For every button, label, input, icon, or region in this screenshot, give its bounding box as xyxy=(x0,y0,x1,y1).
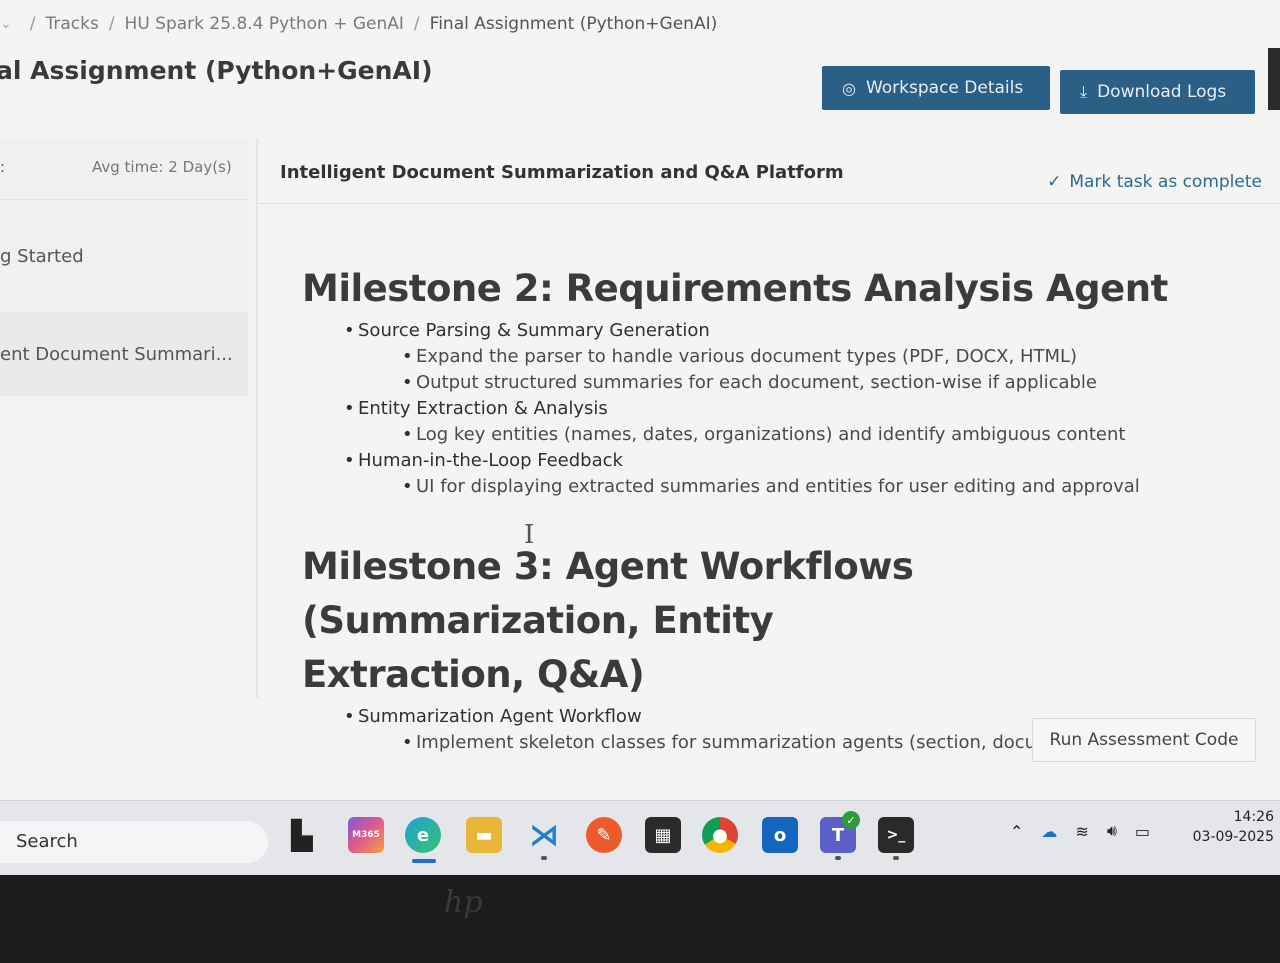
task-header: Intelligent Document Summarization and Q… xyxy=(258,138,1280,204)
breadcrumb-tracks[interactable]: Tracks xyxy=(45,14,98,34)
list-item: Expand the parser to handle various docu… xyxy=(402,344,1262,370)
cloud-icon[interactable]: ☁ xyxy=(1041,822,1057,841)
sidebar-empty-area xyxy=(0,396,248,698)
windows-taskbar: Search ▙ M365 e ▬ ⋊ ✎ ▦ ● o T ✓ >_ ⌃ ☁ ≋… xyxy=(0,800,1280,875)
panel-divider xyxy=(256,138,258,698)
task-sidebar: : Avg time: 2 Day(s) g Started ent Docum… xyxy=(0,138,248,698)
file-explorer-icon[interactable]: ▬ xyxy=(466,817,502,853)
running-indicator xyxy=(893,856,899,860)
list-item: Entity Extraction & Analysis Log key ent… xyxy=(344,396,1262,448)
store-icon[interactable]: ▦ xyxy=(645,817,681,853)
edge-strip xyxy=(1268,48,1280,110)
download-logs-label: Download Logs xyxy=(1097,82,1227,102)
breadcrumb-track-name[interactable]: HU Spark 25.8.4 Python + GenAI xyxy=(125,14,404,34)
sidebar-item-getting-started[interactable]: g Started xyxy=(0,200,248,312)
clock-date: 03-09-2025 xyxy=(1192,829,1274,845)
vscode-icon[interactable]: ⋊ xyxy=(526,817,562,853)
status-dot-icon: : xyxy=(0,158,6,176)
download-icon: ⤓ xyxy=(1080,82,1088,101)
hp-logo-icon: hp xyxy=(444,885,483,920)
section-heading: Entity Extraction & Analysis xyxy=(358,398,608,419)
run-assessment-button[interactable]: Run Assessment Code xyxy=(1032,718,1256,762)
clock-time: 14:26 xyxy=(1233,809,1274,825)
task-view-icon[interactable]: ▙ xyxy=(284,817,320,853)
avg-time: Avg time: 2 Day(s) xyxy=(92,158,232,176)
chevron-up-icon[interactable]: ⌃ xyxy=(1010,822,1023,841)
list-item: Log key entities (names, dates, organiza… xyxy=(402,422,1262,448)
taskbar-search[interactable]: Search xyxy=(0,821,268,863)
double-check-icon: ✓ xyxy=(1047,172,1062,192)
teams-check-badge-icon: ✓ xyxy=(842,811,860,829)
wifi-icon[interactable]: ≋ xyxy=(1075,822,1088,841)
avg-time-row: : Avg time: 2 Day(s) xyxy=(0,138,248,200)
page-title: al Assignment (Python+GenAI) xyxy=(0,56,433,85)
workspace-details-label: Workspace Details xyxy=(865,78,1024,98)
section-heading: Summarization Agent Workflow xyxy=(358,706,642,727)
active-app-indicator xyxy=(412,859,436,863)
sidebar-item-document-summarization[interactable]: ent Document Summari... xyxy=(0,312,248,396)
system-tray: ⌃ ☁ ≋ 🔊︎ ▭ xyxy=(1010,819,1150,843)
taskbar-clock[interactable]: 14:26 03-09-2025 xyxy=(1193,807,1274,847)
edge-browser-icon[interactable]: e xyxy=(405,817,441,853)
list-item: Output structured summaries for each doc… xyxy=(402,370,1262,396)
breadcrumb-separator: / xyxy=(108,14,115,34)
mark-complete-label: Mark task as complete xyxy=(1069,172,1262,192)
chrome-browser-icon[interactable]: ● xyxy=(702,817,738,853)
list-item: Source Parsing & Summary Generation Expa… xyxy=(344,318,1262,396)
terminal-icon[interactable]: >_ xyxy=(878,817,914,853)
milestone-2-list: Source Parsing & Summary Generation Expa… xyxy=(344,318,1262,500)
list-item: Human-in-the-Loop Feedback UI for displa… xyxy=(344,448,1262,500)
drawing-app-icon[interactable]: ✎ xyxy=(586,817,622,853)
list-item: UI for displaying extracted summaries an… xyxy=(402,474,1262,500)
breadcrumb: ⌄ / Tracks / HU Spark 25.8.4 Python + Ge… xyxy=(0,10,717,38)
milestone-3-title-line2: Extraction, Q&A) xyxy=(302,653,645,696)
text-cursor-icon: I xyxy=(524,520,535,550)
laptop-bezel: hp xyxy=(0,875,1280,963)
breadcrumb-separator: / xyxy=(29,14,36,34)
taskbar-search-label: Search xyxy=(16,831,78,852)
battery-icon[interactable]: ▭ xyxy=(1135,822,1150,841)
download-logs-button[interactable]: ⤓ Download Logs xyxy=(1060,70,1255,114)
running-indicator xyxy=(541,856,547,860)
section-heading: Source Parsing & Summary Generation xyxy=(358,320,710,341)
milestone-2-title: Milestone 2: Requirements Analysis Agent xyxy=(302,267,1168,310)
chevron-down-icon[interactable]: ⌄ xyxy=(0,16,12,32)
sub-list: UI for displaying extracted summaries an… xyxy=(402,474,1262,500)
sub-list: Expand the parser to handle various docu… xyxy=(402,344,1262,396)
volume-icon[interactable]: 🔊︎ xyxy=(1107,821,1117,841)
sub-list: Log key entities (names, dates, organiza… xyxy=(402,422,1262,448)
task-content: Milestone 2: Requirements Analysis Agent… xyxy=(302,262,1262,756)
task-title: Intelligent Document Summarization and Q… xyxy=(280,162,844,183)
running-indicator xyxy=(835,856,841,860)
eye-icon: ◎ xyxy=(842,78,856,98)
milestone-3-title: Milestone 3: Agent Workflows (Summarizat… xyxy=(302,540,1262,702)
m365-label: M365 xyxy=(352,830,380,840)
app-screen: ⌄ / Tracks / HU Spark 25.8.4 Python + Ge… xyxy=(0,0,1280,875)
breadcrumb-separator: / xyxy=(413,14,420,34)
mark-complete-link[interactable]: ✓ Mark task as complete xyxy=(1047,172,1262,192)
workspace-details-button[interactable]: ◎ Workspace Details xyxy=(822,66,1050,110)
breadcrumb-current: Final Assignment (Python+GenAI) xyxy=(429,14,718,34)
outlook-icon[interactable]: o xyxy=(762,817,798,853)
m365-icon[interactable]: M365 xyxy=(348,817,384,853)
section-heading: Human-in-the-Loop Feedback xyxy=(358,450,623,471)
milestone-3-title-line1: Milestone 3: Agent Workflows (Summarizat… xyxy=(302,545,914,642)
